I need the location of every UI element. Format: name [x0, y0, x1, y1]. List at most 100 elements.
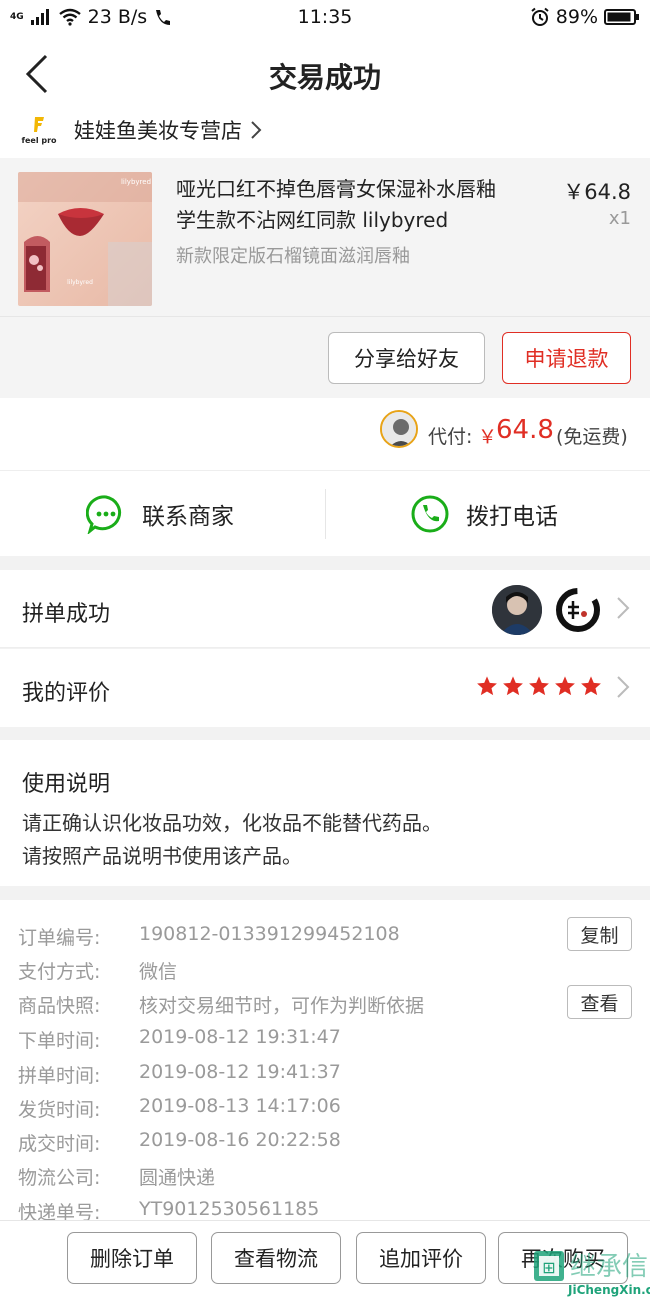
product-photo-icon: lilybyred lilybyred: [18, 172, 152, 306]
network-type: 4G: [10, 12, 24, 22]
snapshot-label: 商品快照:: [18, 995, 101, 1017]
status-right: 89%: [530, 6, 640, 28]
refund-button[interactable]: 申请退款: [502, 332, 631, 384]
usage-line: 请正确认识化妆品功效，化妆品不能替代药品。: [22, 811, 442, 835]
chat-bubble-icon: [86, 495, 122, 534]
group-time-value: 2019-08-12 19:41:37: [139, 1061, 341, 1083]
phone-icon: [411, 495, 449, 533]
group-success-row[interactable]: 拼单成功: [0, 570, 650, 648]
payment-method-label: 支付方式:: [18, 961, 101, 983]
order-info-row: 成交时间: 2019-08-16 20:22:58: [0, 1123, 650, 1157]
store-logo: feel pro: [20, 111, 58, 149]
delete-order-button[interactable]: 删除订单: [67, 1232, 197, 1284]
product-price: ￥64.8: [563, 180, 631, 204]
star-icon: [555, 676, 575, 696]
my-review-row[interactable]: 我的评价: [0, 649, 650, 727]
view-logistics-button[interactable]: 查看物流: [211, 1232, 341, 1284]
copy-button[interactable]: 复制: [567, 917, 632, 951]
product-title[interactable]: 哑光口红不掉色唇膏女保湿补水唇釉 学生款不沾网红同款 lilybyred: [176, 174, 546, 236]
alarm-icon: [531, 7, 549, 26]
snapshot-value: 核对交易细节时，可作为判断依据: [139, 995, 425, 1017]
order-number-value: 190812-013391299452108: [139, 923, 400, 945]
usage-instructions: 使用说明 请正确认识化妆品功效，化妆品不能替代药品。 请按照产品说明书使用该产品…: [0, 740, 650, 886]
order-info: 订单编号: 190812-013391299452108 复制 支付方式: 微信…: [0, 900, 650, 1220]
status-bar: 4G 23 B/s 11:35 89%: [0, 0, 650, 34]
usage-title: 使用说明: [22, 772, 111, 797]
star-icon: [529, 676, 549, 696]
star-icon: [503, 676, 523, 696]
order-time-value: 2019-08-12 19:31:47: [139, 1026, 341, 1048]
order-info-row: 拼单时间: 2019-08-12 19:41:37: [0, 1055, 650, 1089]
nav-bar: 交易成功: [0, 34, 650, 112]
signal-icon: [30, 9, 49, 25]
order-time-label: 下单时间:: [18, 1030, 101, 1052]
svg-text:lilybyred: lilybyred: [67, 279, 93, 286]
product-card[interactable]: lilybyred lilybyred 哑光口红不掉色唇膏女保湿补水唇釉 学生款…: [0, 158, 650, 398]
contact-merchant-label: 联系商家: [142, 504, 234, 530]
add-review-button[interactable]: 追加评价: [356, 1232, 486, 1284]
star-icon: [581, 676, 601, 696]
payment-row: 代付: ￥ 64.8 (免运费): [0, 398, 650, 470]
tracking-number-value: YT9012530561185: [139, 1198, 320, 1220]
member-avatar-icon: [492, 585, 542, 635]
contact-row: 联系商家 拨打电话: [0, 470, 650, 556]
order-info-row: 订单编号: 190812-013391299452108 复制: [0, 917, 650, 951]
svg-text:lilybyred: lilybyred: [121, 178, 151, 186]
payer-avatar-icon: [382, 412, 416, 446]
deal-time-label: 成交时间:: [18, 1133, 101, 1155]
contact-divider: [325, 489, 326, 539]
hd-call-icon: [156, 10, 171, 25]
network-speed: 23 B/s: [87, 6, 148, 28]
order-number-label: 订单编号:: [18, 927, 101, 949]
call-button[interactable]: 拨打电话: [410, 471, 558, 557]
buy-again-button[interactable]: 再次购买: [498, 1232, 628, 1284]
payment-method-value: 微信: [139, 961, 178, 983]
order-info-row: 商品快照: 核对交易细节时，可作为判断依据 查看: [0, 985, 650, 1019]
card-divider: [0, 316, 650, 317]
battery-icon: [604, 9, 639, 25]
group-member-avatar: [492, 585, 542, 635]
payer-avatar: [380, 410, 418, 448]
rating-stars: [476, 675, 602, 697]
store-logo-text: feel pro: [21, 136, 57, 145]
group-member-avatar: [553, 585, 603, 635]
shipping-note: (免运费): [556, 426, 628, 448]
product-title-line1: 哑光口红不掉色唇膏女保湿补水唇釉: [176, 177, 496, 201]
star-icon: [477, 676, 497, 696]
order-info-row: 下单时间: 2019-08-12 19:31:47: [0, 1020, 650, 1054]
order-info-row: 快递单号: YT9012530561185: [0, 1192, 650, 1220]
payment-amount: 64.8: [496, 415, 554, 445]
usage-line: 请按照产品说明书使用该产品。: [22, 844, 302, 868]
store-name[interactable]: 娃娃鱼美妆专营店: [74, 115, 242, 145]
share-button[interactable]: 分享给好友: [328, 332, 485, 384]
group-time-label: 拼单时间:: [18, 1065, 101, 1087]
store-row[interactable]: feel pro 娃娃鱼美妆专营店: [0, 102, 650, 158]
ship-time-value: 2019-08-13 14:17:06: [139, 1095, 341, 1117]
my-review-label: 我的评价: [22, 681, 111, 706]
store-logo-mark-icon: [34, 117, 44, 132]
ship-time-label: 发货时间:: [18, 1099, 101, 1121]
page-title: 交易成功: [268, 61, 381, 94]
product-image[interactable]: lilybyred lilybyred: [18, 172, 152, 306]
order-info-row: 支付方式: 微信: [0, 951, 650, 985]
view-snapshot-button[interactable]: 查看: [567, 985, 632, 1019]
chevron-right-icon: [251, 121, 262, 139]
deal-time-value: 2019-08-16 20:22:58: [139, 1129, 341, 1151]
payment-currency: ￥: [478, 426, 498, 448]
call-label: 拨打电话: [466, 504, 558, 530]
payment-label: 代付:: [428, 426, 473, 448]
tracking-number-label: 快递单号:: [18, 1202, 101, 1220]
courier-label: 物流公司:: [18, 1167, 101, 1189]
chevron-right-icon: [617, 676, 630, 698]
courier-value: 圆通快递: [139, 1167, 216, 1189]
bottom-action-bar: 删除订单 查看物流 追加评价 再次购买: [0, 1220, 650, 1300]
order-info-row: 发货时间: 2019-08-13 14:17:06: [0, 1089, 650, 1123]
wifi-icon: [58, 8, 81, 26]
group-success-label: 拼单成功: [22, 602, 111, 627]
battery-percent: 89%: [555, 6, 598, 28]
product-spec: 新款限定版石榴镜面滋润唇釉: [176, 246, 410, 267]
chevron-right-icon: [617, 597, 630, 619]
contact-merchant-button[interactable]: 联系商家: [86, 471, 234, 557]
product-quantity: x1: [608, 208, 631, 229]
order-info-row: 物流公司: 圆通快递: [0, 1157, 650, 1191]
